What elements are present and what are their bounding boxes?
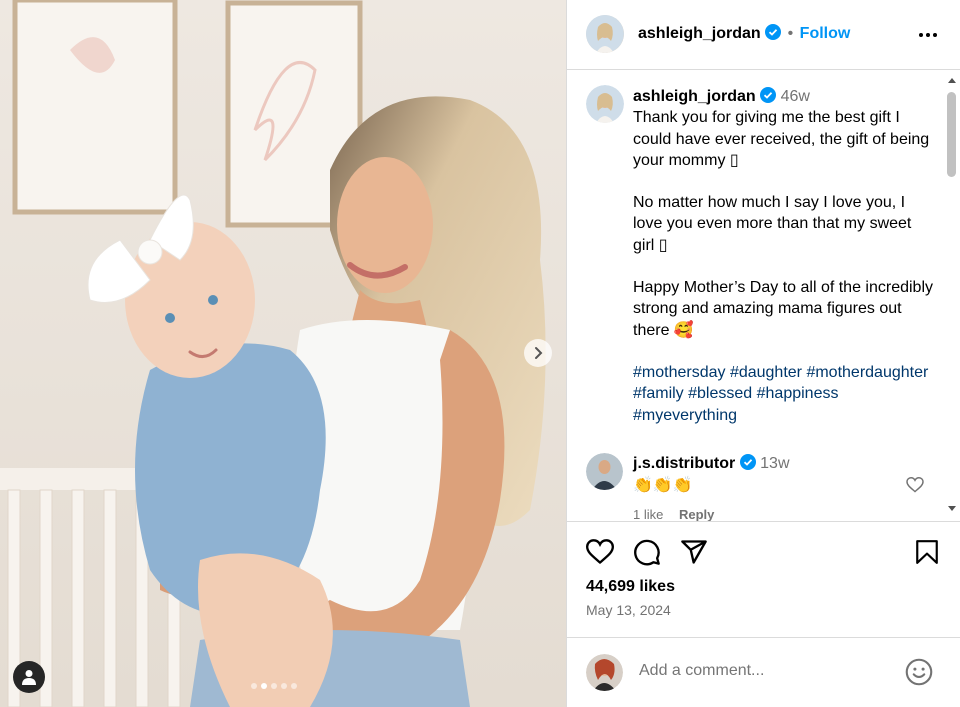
bookmark-icon — [916, 540, 938, 564]
next-arrow-icon — [535, 347, 543, 359]
carousel-indicator — [251, 683, 297, 689]
post-header: ashleigh_jordan • Follow — [567, 0, 960, 70]
caption-author-line: ashleigh_jordan 46w — [633, 86, 933, 107]
carousel-dot — [251, 683, 257, 689]
more-options-button[interactable] — [918, 25, 938, 50]
commenter-avatar[interactable] — [586, 453, 623, 490]
carousel-dot — [271, 683, 277, 689]
comment-header: j.s.distributor 13w — [633, 454, 790, 473]
comment-timestamp[interactable]: 13w — [760, 455, 789, 472]
share-icon — [681, 540, 707, 564]
add-comment-bar — [567, 637, 960, 707]
verified-badge-icon — [765, 24, 782, 40]
comment-meta: 1 like Reply — [633, 507, 714, 521]
viewer-avatar[interactable] — [586, 654, 623, 691]
caption-paragraph: Happy Mother’s Day to all of the incredi… — [633, 279, 933, 339]
post-image[interactable] — [0, 0, 566, 707]
more-options-icon — [919, 33, 937, 37]
user-tag-icon — [22, 670, 36, 685]
carousel-dot-active — [261, 683, 267, 689]
add-comment-input[interactable] — [639, 662, 889, 680]
comment-icon — [634, 539, 660, 566]
likes-count[interactable]: 44,699 likes — [586, 578, 675, 596]
post-side-panel: ashleigh_jordan • Follow ashleigh_jordan… — [566, 0, 960, 707]
tagged-users-button[interactable] — [13, 661, 45, 693]
caption-timestamp[interactable]: 46w — [781, 88, 810, 105]
caption-paragraph: No matter how much I say I love you, I l… — [633, 194, 912, 254]
heart-icon — [585, 539, 615, 565]
follow-separator: • — [787, 25, 794, 42]
caption-username[interactable]: ashleigh_jordan — [633, 88, 756, 105]
verified-badge-icon — [760, 87, 777, 103]
author-avatar[interactable] — [586, 15, 624, 53]
save-button[interactable] — [915, 539, 939, 570]
emoji-picker-button[interactable] — [905, 658, 933, 691]
next-slide-button[interactable] — [524, 339, 552, 367]
verified-badge-icon — [739, 454, 756, 470]
comment-reply-button[interactable]: Reply — [679, 507, 714, 521]
carousel-dot — [291, 683, 297, 689]
caption-author-avatar[interactable] — [586, 85, 624, 123]
header-author-line: ashleigh_jordan • Follow — [638, 24, 850, 43]
author-avatar-image — [586, 15, 624, 53]
share-button[interactable] — [680, 538, 708, 571]
comments-scroll-area[interactable]: ashleigh_jordan 46w Thank you for giving… — [567, 70, 960, 522]
caption-hashtags[interactable]: #mothersday #daughter #motherdaughter #f… — [633, 362, 933, 426]
scrollbar-thumb[interactable] — [947, 92, 956, 177]
heart-icon — [906, 476, 924, 493]
commenter-avatar-image — [586, 453, 623, 490]
viewer-avatar-image — [586, 654, 623, 691]
comment-text: 👏👏👏 — [633, 477, 693, 494]
emoji-icon — [905, 658, 933, 686]
follow-button[interactable]: Follow — [800, 25, 851, 42]
post-photo-illustration — [0, 0, 566, 707]
like-button[interactable] — [585, 539, 615, 570]
header-username[interactable]: ashleigh_jordan — [638, 25, 761, 42]
carousel-dot — [281, 683, 287, 689]
comment-like-button[interactable] — [906, 476, 924, 498]
caption-author-avatar-image — [586, 85, 624, 123]
comment-likes-count[interactable]: 1 like — [633, 507, 663, 521]
comment-button[interactable] — [633, 538, 661, 571]
caption-paragraph: Thank you for giving me the best gift I … — [633, 109, 930, 169]
comments-scrollbar[interactable] — [944, 70, 960, 520]
commenter-username[interactable]: j.s.distributor — [633, 455, 735, 472]
post-caption: ashleigh_jordan 46w Thank you for giving… — [633, 86, 933, 447]
post-date[interactable]: May 13, 2024 — [586, 602, 671, 618]
